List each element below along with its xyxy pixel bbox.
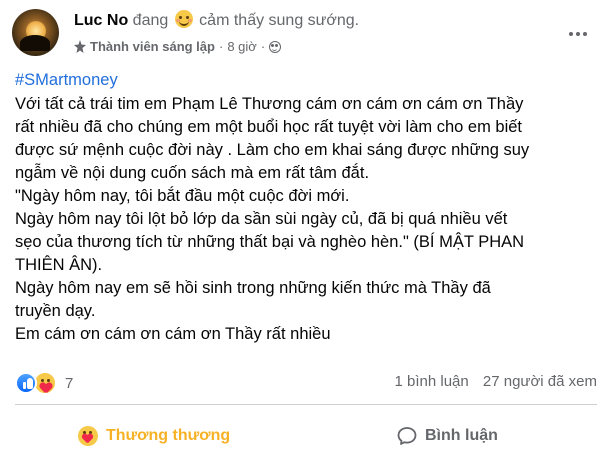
meta-separator: ·: [218, 39, 224, 54]
post-paragraph: Ngày hôm nay em sẽ hồi sinh trong những …: [15, 279, 491, 320]
comment-icon: [397, 426, 417, 446]
member-badge-icon: [74, 39, 86, 54]
feeling-text: cảm thấy sung sướng.: [199, 12, 360, 29]
view-count[interactable]: 27 người đã xem: [483, 373, 597, 390]
meta-separator-2: ·: [260, 39, 266, 54]
care-reaction-label: Thương thương: [106, 427, 231, 444]
reaction-summary[interactable]: 7: [15, 371, 73, 395]
member-role[interactable]: Thành viên sáng lập: [90, 38, 215, 55]
smiling-emoji-icon: [174, 10, 193, 28]
post-paragraph: Ngày hôm nay tôi lột bỏ lớp da sần sùi n…: [15, 210, 525, 274]
care-reaction-button[interactable]: Thương thương: [78, 418, 230, 454]
more-horizontal-icon: [569, 32, 573, 36]
avatar-tree: [20, 35, 50, 51]
post-paragraph: Em cám ơn cám ơn cám ơn Thầy rất nhiều: [15, 325, 331, 343]
feeling-prefix: đang: [132, 12, 169, 29]
like-icon: [15, 372, 37, 394]
group-privacy-icon[interactable]: [269, 40, 282, 53]
hashtag-link[interactable]: #SMartmoney: [15, 68, 118, 92]
care-icon: [78, 426, 98, 446]
comment-button[interactable]: Bình luận: [397, 418, 498, 454]
comment-label: Bình luận: [425, 427, 498, 444]
post-header-line: Luc No đang cảm thấy sung sướng.: [74, 10, 359, 32]
post-paragraph: "Ngày hôm nay, tôi bắt đầu một cuộc đời …: [15, 187, 350, 205]
post-card: Luc No đang cảm thấy sung sướng. Thành v…: [0, 0, 612, 464]
comment-count[interactable]: 1 bình luận: [394, 373, 468, 390]
post-meta: Thành viên sáng lập · 8 giờ ·: [74, 38, 282, 55]
post-paragraph: Với tất cả trái tim em Phạm Lê Thương cá…: [15, 95, 530, 182]
author-name[interactable]: Luc No: [74, 12, 128, 29]
more-options-button[interactable]: [566, 22, 590, 46]
post-content: Với tất cả trái tim em Phạm Lê Thương cá…: [15, 93, 600, 346]
post-stats: 1 bình luận 27 người đã xem: [394, 373, 597, 390]
divider: [15, 404, 597, 405]
avatar[interactable]: [12, 9, 59, 56]
reaction-count[interactable]: 7: [65, 375, 73, 392]
post-time[interactable]: 8 giờ: [227, 38, 257, 55]
